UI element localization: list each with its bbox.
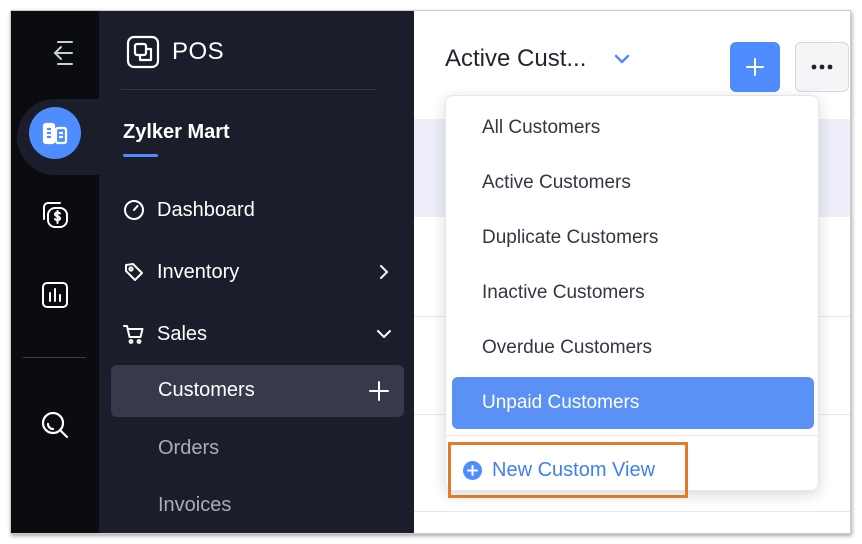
sidebar-item-invoices[interactable]: Invoices <box>111 480 404 532</box>
menu-item-inactive-customers[interactable]: Inactive Customers <box>452 267 814 319</box>
chevron-right-icon <box>380 265 389 279</box>
app-window: POS Zylker Mart Dashboard Inventory Sale… <box>10 10 851 534</box>
view-selector-title[interactable]: Active Cust... <box>445 45 586 73</box>
brand-divider <box>121 89 376 90</box>
app-title: POS <box>172 38 225 65</box>
new-custom-view-button[interactable]: New Custom View <box>448 442 688 498</box>
pos-logo-icon <box>126 35 160 69</box>
menu-item-label: Inactive Customers <box>482 282 645 303</box>
menu-item-active-customers[interactable]: Active Customers <box>452 157 814 209</box>
sidebar-item-inventory[interactable]: Inventory <box>99 248 414 296</box>
sidebar-item-label: Orders <box>158 437 220 459</box>
menu-item-overdue-customers[interactable]: Overdue Customers <box>452 322 814 374</box>
search-icon <box>41 411 69 439</box>
row-divider <box>414 511 850 512</box>
sidebar-item-label: Invoices <box>158 494 232 516</box>
plus-icon <box>746 58 764 76</box>
more-options-button[interactable] <box>795 42 849 92</box>
add-customer-plus-icon[interactable] <box>368 380 390 402</box>
cart-icon <box>123 325 144 344</box>
sidebar-item-label: Inventory <box>157 260 240 283</box>
organization-name: Zylker Mart <box>123 121 230 143</box>
plus-circle-icon <box>463 461 482 480</box>
rail-divider <box>23 357 86 358</box>
menu-item-label: Unpaid Customers <box>482 392 640 413</box>
rail-item-store[interactable] <box>29 107 81 159</box>
bar-chart-icon <box>42 282 68 308</box>
menu-divider <box>446 435 818 436</box>
menu-item-duplicate-customers[interactable]: Duplicate Customers <box>452 212 814 264</box>
chevron-down-icon[interactable] <box>614 53 630 65</box>
app-brand: POS <box>126 35 224 69</box>
new-customer-button[interactable] <box>730 42 780 92</box>
rail-item-search[interactable] <box>25 395 85 455</box>
more-horizontal-icon <box>811 64 833 70</box>
sidebar-item-label: Dashboard <box>157 198 255 221</box>
building-icon <box>42 122 68 145</box>
menu-item-all-customers[interactable]: All Customers <box>452 102 814 154</box>
sidebar-item-dashboard[interactable]: Dashboard <box>99 186 414 234</box>
menu-item-label: Active Customers <box>482 172 631 193</box>
view-dropdown-menu: All Customers Active Customers Duplicate… <box>445 95 819 498</box>
sidebar-item-label: Sales <box>157 322 208 345</box>
tag-icon <box>125 263 143 281</box>
menu-item-label: Overdue Customers <box>482 337 653 358</box>
gauge-icon <box>124 200 144 220</box>
sidebar-item-sales[interactable]: Sales <box>99 310 414 358</box>
chevron-down-icon <box>377 330 391 339</box>
sidebar-item-label: Customers <box>158 379 255 401</box>
collapse-left-arrow-icon <box>53 41 73 65</box>
sidebar-item-customers[interactable]: Customers <box>111 365 404 417</box>
sidebar: POS Zylker Mart Dashboard Inventory Sale… <box>99 11 414 533</box>
menu-item-unpaid-customers[interactable]: Unpaid Customers <box>452 377 814 429</box>
organization-underline <box>123 154 158 157</box>
menu-item-label: Duplicate Customers <box>482 227 659 248</box>
new-custom-view-label: New Custom View <box>492 459 656 481</box>
menu-item-label: All Customers <box>482 117 601 138</box>
dollar-coins-icon <box>43 202 68 228</box>
sidebar-item-orders[interactable]: Orders <box>111 423 404 475</box>
rail-item-payments[interactable] <box>25 185 85 245</box>
rail-item-reports[interactable] <box>25 265 85 325</box>
collapse-sidebar-button[interactable] <box>31 23 91 83</box>
icon-rail <box>11 11 101 533</box>
